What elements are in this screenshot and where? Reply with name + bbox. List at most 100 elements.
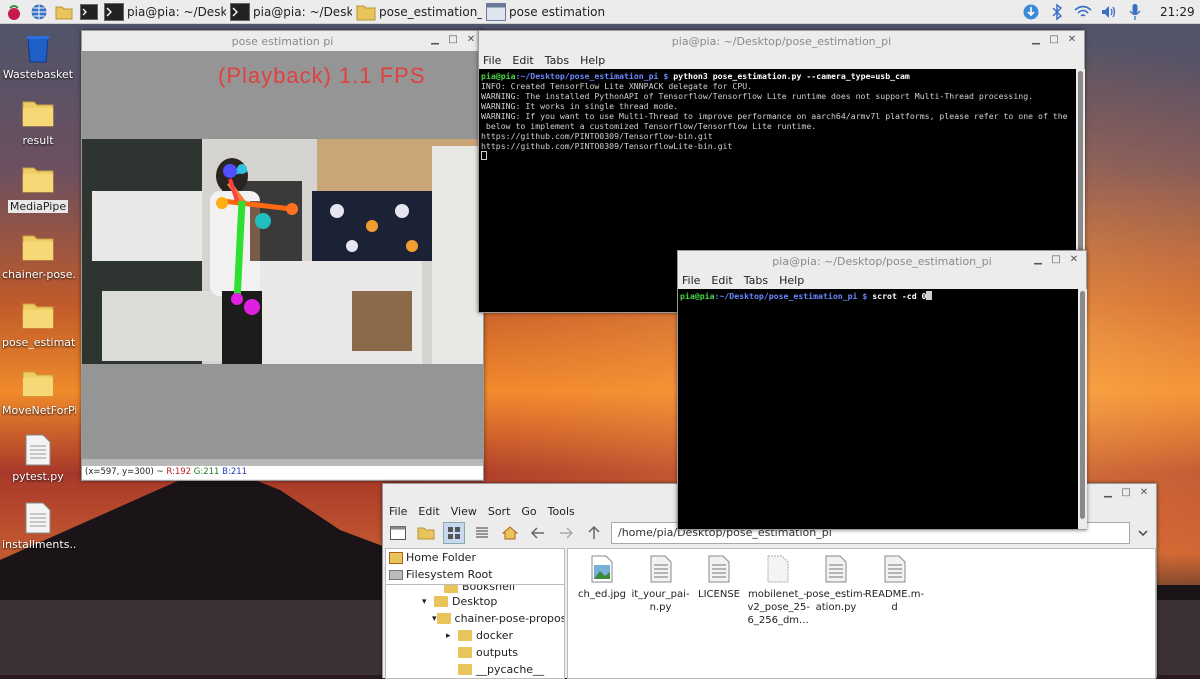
maximize-icon[interactable]: □ — [1120, 487, 1132, 499]
forward-arrow-icon[interactable] — [555, 522, 577, 544]
minimize-icon[interactable]: ▁ — [1102, 487, 1114, 499]
terminal1-menu-edit[interactable]: Edit — [512, 54, 533, 67]
minimize-icon[interactable]: ▁ — [1032, 254, 1044, 266]
back-arrow-icon[interactable] — [527, 522, 549, 544]
volume-icon[interactable] — [1098, 1, 1120, 23]
bluetooth-icon[interactable] — [1046, 1, 1068, 23]
pose-window-titlebar[interactable]: pose estimation pi ▁ □ ✕ — [82, 31, 483, 51]
python-file-icon — [650, 555, 672, 583]
folder-icon — [356, 3, 376, 21]
file-item[interactable]: it_your_pai-n.py — [631, 555, 691, 614]
trash-icon — [22, 32, 54, 64]
icon-view-icon[interactable] — [443, 522, 465, 544]
terminal2-scrollbar[interactable] — [1078, 289, 1087, 529]
clock[interactable]: 21:29 — [1160, 5, 1200, 19]
tree-item[interactable]: ▾ chainer-pose-proposal-n — [386, 610, 564, 627]
taskbar-task[interactable]: pia@pia: ~/Desktop/... — [230, 1, 352, 23]
minimize-icon[interactable]: ▁ — [1030, 34, 1042, 46]
maximize-icon[interactable]: □ — [1050, 254, 1062, 266]
file-name: LICENSE — [698, 589, 740, 600]
taskbar-task[interactable]: pia@pia: ~/Desktop/... — [104, 1, 226, 23]
file-name: README.m-d — [864, 589, 925, 613]
places-panel: Home Folder Filesystem Root — [385, 548, 565, 585]
new-folder-icon[interactable] — [415, 522, 437, 544]
file-manager-menu-view[interactable]: View — [451, 505, 477, 518]
close-icon[interactable]: ✕ — [1066, 34, 1078, 46]
file-manager-menu-sort[interactable]: Sort — [488, 505, 511, 518]
file-manager-launcher-icon[interactable] — [53, 1, 75, 23]
terminal2-menu-file[interactable]: File — [682, 274, 700, 287]
text-file-icon — [708, 555, 730, 583]
terminal-launcher-icon[interactable] — [78, 1, 100, 23]
tree-item[interactable]: Bookshelf — [386, 585, 564, 593]
file-item[interactable]: pose_estim-ation.py — [806, 555, 866, 614]
list-view-icon[interactable] — [471, 522, 493, 544]
raspberry-menu-icon[interactable] — [3, 1, 25, 23]
file-item[interactable]: README.m-d — [865, 555, 925, 614]
tree-expander-icon[interactable]: ▾ — [432, 614, 437, 624]
terminal1-menu-tabs[interactable]: Tabs — [545, 54, 569, 67]
python-file-icon — [825, 555, 847, 583]
maximize-icon[interactable]: □ — [447, 34, 459, 46]
terminal1-command: python3 pose_estimation.py --camera_type… — [668, 71, 910, 81]
wifi-icon[interactable] — [1072, 1, 1094, 23]
path-dropdown-icon[interactable] — [1132, 522, 1154, 544]
tree-item[interactable]: ▾ Desktop — [386, 593, 564, 610]
terminal1-titlebar[interactable]: pia@pia: ~/Desktop/pose_estimation_pi ▁ … — [479, 31, 1084, 51]
drive-icon — [389, 569, 403, 580]
place-filesystem-root[interactable]: Filesystem Root — [386, 566, 564, 583]
terminal2-output[interactable]: pia@pia:~/Desktop/pose_estimation_pi $ s… — [678, 289, 1078, 529]
close-icon[interactable]: ✕ — [1138, 487, 1150, 499]
desktop-icon[interactable]: result — [0, 98, 76, 150]
desktop-icon-label: MoveNetForPi — [2, 404, 76, 417]
taskbar-task[interactable]: pose_estimation_pi — [356, 1, 482, 23]
web-browser-icon[interactable] — [28, 1, 50, 23]
terminal-output-line: WARNING: It works in single thread mode. — [481, 101, 679, 111]
system-tray: 21:29 — [1016, 0, 1200, 24]
tree-expander-icon[interactable]: ▸ — [446, 631, 458, 641]
file-name: mobilenet_-v2_pose_25-6_256_dm... — [747, 589, 810, 626]
terminal1-menu-help[interactable]: Help — [580, 54, 605, 67]
terminal2-menu-tabs[interactable]: Tabs — [744, 274, 768, 287]
new-window-icon[interactable] — [387, 522, 409, 544]
desktop-icon[interactable]: pose_estimat... — [0, 300, 76, 352]
taskbar-task-label: pose estimation pi — [509, 4, 606, 19]
terminal2-menu-edit[interactable]: Edit — [711, 274, 732, 287]
tree-item[interactable]: ▸ docker — [386, 627, 564, 644]
file-item[interactable]: mobilenet_-v2_pose_25-6_256_dm... — [747, 555, 810, 627]
terminal2-cursor — [926, 291, 933, 300]
update-icon[interactable] — [1020, 1, 1042, 23]
taskbar-task[interactable]: pose estimation pi — [486, 1, 606, 23]
maximize-icon[interactable]: □ — [1048, 34, 1060, 46]
close-icon[interactable]: ✕ — [465, 34, 477, 46]
minimize-icon[interactable]: ▁ — [429, 34, 441, 46]
file-item[interactable]: LICENSE — [689, 555, 749, 601]
desktop-icon[interactable]: MoveNetForPi — [0, 368, 76, 420]
file-item[interactable]: ch_ed.jpg — [572, 555, 632, 601]
terminal1-cursor — [481, 151, 487, 160]
tree-item[interactable]: outputs — [386, 644, 564, 661]
terminal1-menu-file[interactable]: File — [483, 54, 501, 67]
terminal2-menu-help[interactable]: Help — [779, 274, 804, 287]
folder-icon — [458, 664, 472, 675]
file-manager-menu-tools[interactable]: Tools — [548, 505, 575, 518]
place-home-folder[interactable]: Home Folder — [386, 549, 564, 566]
desktop-icon[interactable]: pytest.py — [0, 434, 76, 486]
desktop-icon[interactable]: MediaPipe — [0, 164, 76, 216]
close-icon[interactable]: ✕ — [1068, 254, 1080, 266]
file-manager-menu-go[interactable]: Go — [521, 505, 536, 518]
terminal-output-line: https://github.com/PINTO0309/TensorflowL… — [481, 141, 733, 151]
terminal-output-line: below to implement a customized Tensorfl… — [485, 121, 817, 131]
microphone-icon[interactable] — [1124, 1, 1146, 23]
terminal2-titlebar[interactable]: pia@pia: ~/Desktop/pose_estimation_pi ▁ … — [678, 251, 1086, 271]
desktop-icon[interactable]: chainer-pose... — [0, 232, 76, 284]
file-manager-menu-edit[interactable]: Edit — [418, 505, 439, 518]
desktop-icon[interactable]: Wastebasket — [0, 32, 76, 84]
tree-item[interactable]: __pycache__ — [386, 661, 564, 678]
file-manager-menu-file[interactable]: File — [389, 505, 407, 518]
desktop-icon-label: installments... — [2, 538, 76, 551]
home-icon[interactable] — [499, 522, 521, 544]
up-arrow-icon[interactable] — [583, 522, 605, 544]
desktop-icon[interactable]: installments... — [0, 502, 76, 554]
tree-expander-icon[interactable]: ▾ — [422, 597, 434, 607]
